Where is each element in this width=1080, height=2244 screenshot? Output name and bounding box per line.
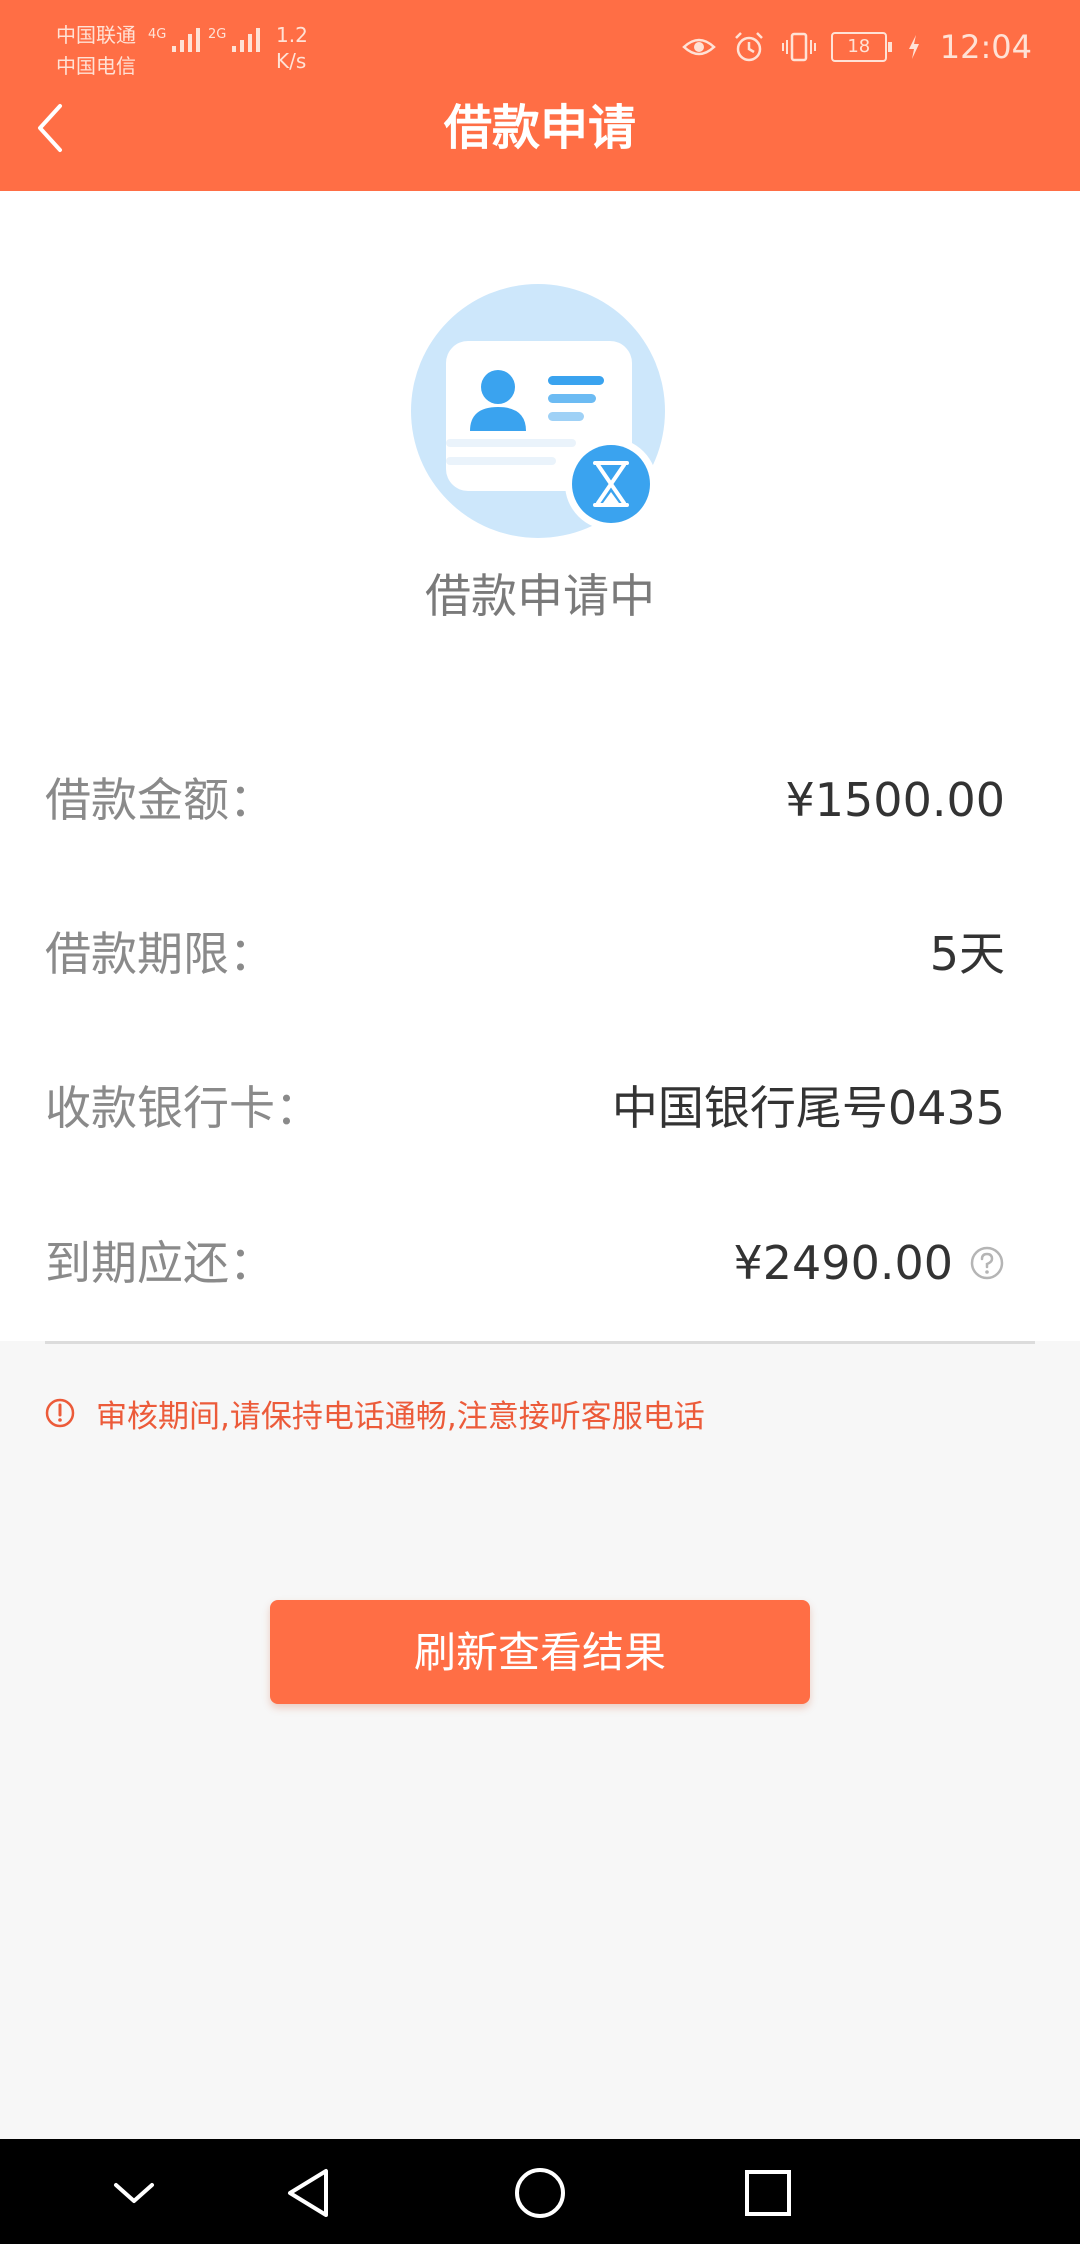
charging-icon bbox=[908, 35, 919, 59]
eye-icon bbox=[681, 38, 716, 56]
vibrate-icon bbox=[781, 32, 816, 62]
status-icons: 18 12:04 bbox=[681, 28, 1032, 66]
header: 中国联通 中国电信 4G 2G 1.2 K/s 18 12:04 借款申请 bbox=[0, 0, 1080, 191]
loan-application-page: 中国联通 中国电信 4G 2G 1.2 K/s 18 12:04 借款申请 借款… bbox=[0, 0, 1080, 2244]
back-triangle-icon[interactable] bbox=[282, 2165, 338, 2221]
page-title: 借款申请 bbox=[443, 100, 636, 156]
application-card: 借款申请中 借款金额： ¥1500.00 借款期限： 5天 收款银行卡： 中国银… bbox=[0, 191, 1080, 1341]
alarm-icon bbox=[734, 32, 763, 62]
detail-value: 中国银行尾号0435 bbox=[611, 1081, 1005, 1135]
review-notice: 审核期间,请保持电话通畅,注意接听客服电话 bbox=[44, 1390, 705, 1436]
carrier-1: 中国联通 bbox=[56, 23, 136, 47]
clock: 12:04 bbox=[939, 28, 1032, 66]
application-status: 借款申请中 bbox=[425, 569, 655, 623]
home-circle-icon[interactable] bbox=[512, 2165, 568, 2221]
detail-value: ¥1500.00 bbox=[785, 773, 1006, 827]
signal-2g-icon: 2G bbox=[208, 27, 261, 52]
chevron-down-icon[interactable] bbox=[106, 2165, 162, 2221]
id-card-pending-icon bbox=[411, 284, 665, 538]
status-bar: 中国联通 中国电信 4G 2G 1.2 K/s 18 12:04 bbox=[0, 0, 1080, 100]
system-navigation-bar bbox=[0, 2139, 1080, 2244]
alert-icon bbox=[45, 1398, 75, 1428]
detail-label: 收款银行卡： bbox=[45, 1081, 321, 1135]
detail-label: 到期应还： bbox=[45, 1236, 275, 1290]
detail-row-amount: 借款金额： ¥1500.00 bbox=[45, 760, 1005, 840]
signal-2g-tag: 2G bbox=[208, 27, 227, 42]
battery-level: 18 bbox=[830, 32, 887, 62]
carrier-names: 中国联通 中国电信 bbox=[56, 20, 136, 82]
detail-row-term: 借款期限： 5天 bbox=[45, 914, 1005, 994]
network-speed-value: 1.2 bbox=[276, 23, 308, 47]
recent-apps-square-icon[interactable] bbox=[740, 2165, 796, 2221]
detail-value: ¥2490.00 bbox=[733, 1236, 954, 1290]
network-speed-unit: K/s bbox=[276, 49, 307, 73]
battery-icon: 18 bbox=[830, 32, 892, 62]
signal-4g-tag: 4G bbox=[148, 27, 167, 42]
detail-label: 借款期限： bbox=[45, 927, 275, 981]
network-speed: 1.2 K/s bbox=[276, 22, 308, 74]
carrier-2: 中国电信 bbox=[56, 54, 136, 78]
help-icon[interactable] bbox=[969, 1245, 1005, 1281]
signal-4g-icon: 4G bbox=[148, 27, 201, 52]
notice-text: 审核期间,请保持电话通畅,注意接听客服电话 bbox=[96, 1398, 705, 1435]
refresh-result-button[interactable]: 刷新查看结果 bbox=[270, 1600, 810, 1704]
divider bbox=[45, 1341, 1035, 1344]
detail-value: 5天 bbox=[929, 927, 1005, 981]
detail-row-bank-card: 收款银行卡： 中国银行尾号0435 bbox=[45, 1068, 1005, 1148]
detail-label: 借款金额： bbox=[45, 773, 275, 827]
detail-row-repayment: 到期应还： ¥2490.00 bbox=[45, 1223, 1005, 1303]
